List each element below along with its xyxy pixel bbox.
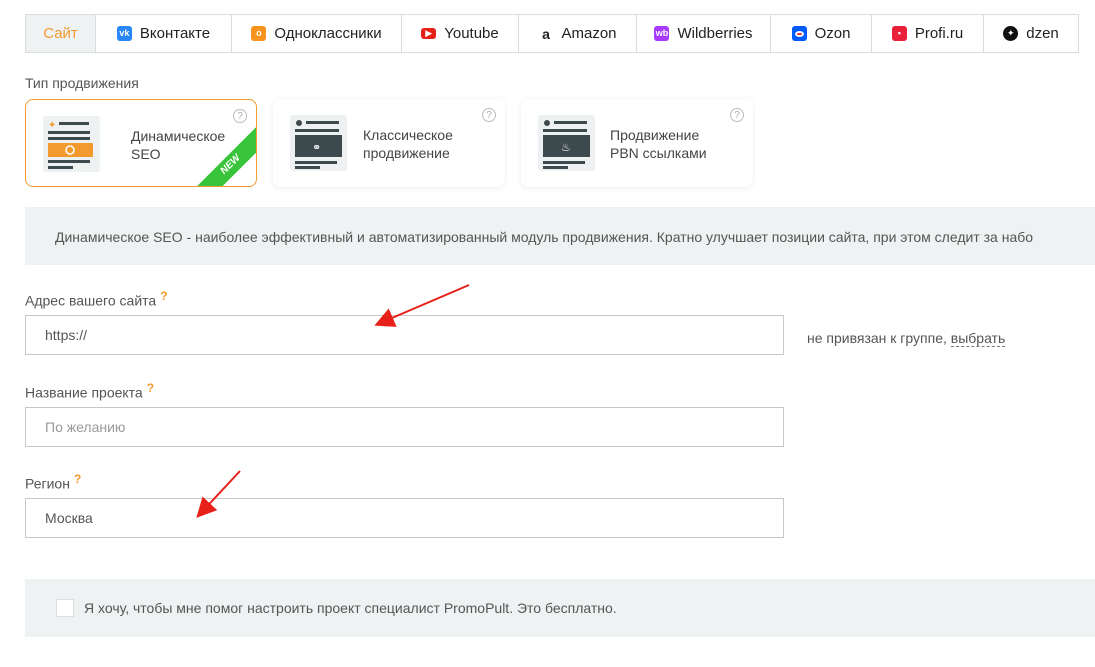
classic-promotion-illustration-icon: ⚭ <box>290 115 347 171</box>
help-icon[interactable]: ? <box>147 381 154 395</box>
project-name-label: Название проекта? <box>25 381 154 401</box>
help-icon[interactable]: ? <box>160 289 167 303</box>
tab-ozon[interactable]: Ozon <box>771 15 872 52</box>
dzen-icon: ✦ <box>1003 26 1019 41</box>
svg-text:✦: ✦ <box>48 120 56 131</box>
vk-icon: vk <box>116 26 132 41</box>
svg-text:♨: ♨ <box>561 141 571 154</box>
tab-site[interactable]: Сайт <box>26 15 96 52</box>
site-address-input[interactable] <box>25 315 784 355</box>
tab-label: Wildberries <box>677 25 753 42</box>
tab-dzen[interactable]: ✦ dzen <box>984 15 1078 52</box>
tab-label: dzen <box>1026 25 1059 42</box>
dynamic-seo-illustration-icon: ✦ <box>43 116 100 172</box>
card-pbn-promotion[interactable]: ♨ Продвижение PBN ссылками ? <box>521 99 753 187</box>
card-label: Динамическое SEO <box>131 128 226 162</box>
help-icon[interactable]: ? <box>233 109 247 123</box>
help-icon[interactable]: ? <box>730 108 744 122</box>
odnoklassniki-icon: о <box>251 26 267 41</box>
tab-label: Profi.ru <box>914 25 964 42</box>
tab-wildberries[interactable]: wb Wildberries <box>637 15 771 52</box>
tab-label: Ozon <box>814 25 851 42</box>
specialist-help-panel: Я хочу, чтобы мне помог настроить проект… <box>25 579 1095 637</box>
card-label: Классическое продвижение <box>363 127 453 161</box>
profi-icon: ▪ <box>891 26 907 41</box>
tab-label: Amazon <box>561 25 617 42</box>
group-status: не привязан к группе, выбрать <box>807 330 1006 347</box>
site-address-label-text: Адрес вашего сайта <box>25 292 157 309</box>
group-status-text: не привязан к группе, <box>807 330 947 346</box>
region-label: Регион? <box>25 472 81 492</box>
promo-description-panel: Динамическое SEO - наиболее эффективный … <box>25 207 1095 265</box>
site-address-label: Адрес вашего сайта? <box>25 289 168 309</box>
project-name-input[interactable] <box>25 407 784 447</box>
help-icon[interactable]: ? <box>74 472 81 486</box>
tab-vkontakte[interactable]: vk Вконтакте <box>96 15 232 52</box>
specialist-help-checkbox[interactable] <box>56 599 74 617</box>
youtube-icon: ▶ <box>421 28 437 39</box>
tab-amazon[interactable]: a Amazon <box>519 15 637 52</box>
card-label: Продвижение PBN ссылками <box>610 127 707 161</box>
promo-description-text: Динамическое SEO - наиболее эффективный … <box>55 229 1034 245</box>
tab-label: Сайт <box>43 25 78 42</box>
tab-label: Вконтакте <box>139 25 211 42</box>
svg-text:⚭: ⚭ <box>312 141 321 154</box>
card-dynamic-seo[interactable]: ✦ Динамическое SEO ? NEW <box>25 99 257 187</box>
promo-type-label: Тип продвижения <box>25 75 139 91</box>
pbn-promotion-illustration-icon: ♨ <box>538 115 595 171</box>
specialist-help-text: Я хочу, чтобы мне помог настроить проект… <box>84 600 617 616</box>
region-label-text: Регион <box>25 475 70 492</box>
ozon-icon <box>791 26 807 41</box>
help-icon[interactable]: ? <box>482 108 496 122</box>
tab-profi[interactable]: ▪ Profi.ru <box>872 15 984 52</box>
platform-tabs: Сайт vk Вконтакте о Одноклассники ▶ Yout… <box>25 14 1079 53</box>
region-input[interactable] <box>25 498 784 538</box>
amazon-icon: a <box>542 25 550 42</box>
tab-youtube[interactable]: ▶ Youtube <box>402 15 519 52</box>
tab-label: Youtube <box>444 25 499 42</box>
card-classic-promotion[interactable]: ⚭ Классическое продвижение ? <box>273 99 505 187</box>
tab-odnoklassniki[interactable]: о Одноклассники <box>232 15 402 52</box>
wildberries-icon: wb <box>654 26 670 41</box>
select-group-link[interactable]: выбрать <box>950 330 1006 347</box>
tab-label: Одноклассники <box>274 25 382 42</box>
project-name-label-text: Название проекта <box>25 384 143 401</box>
